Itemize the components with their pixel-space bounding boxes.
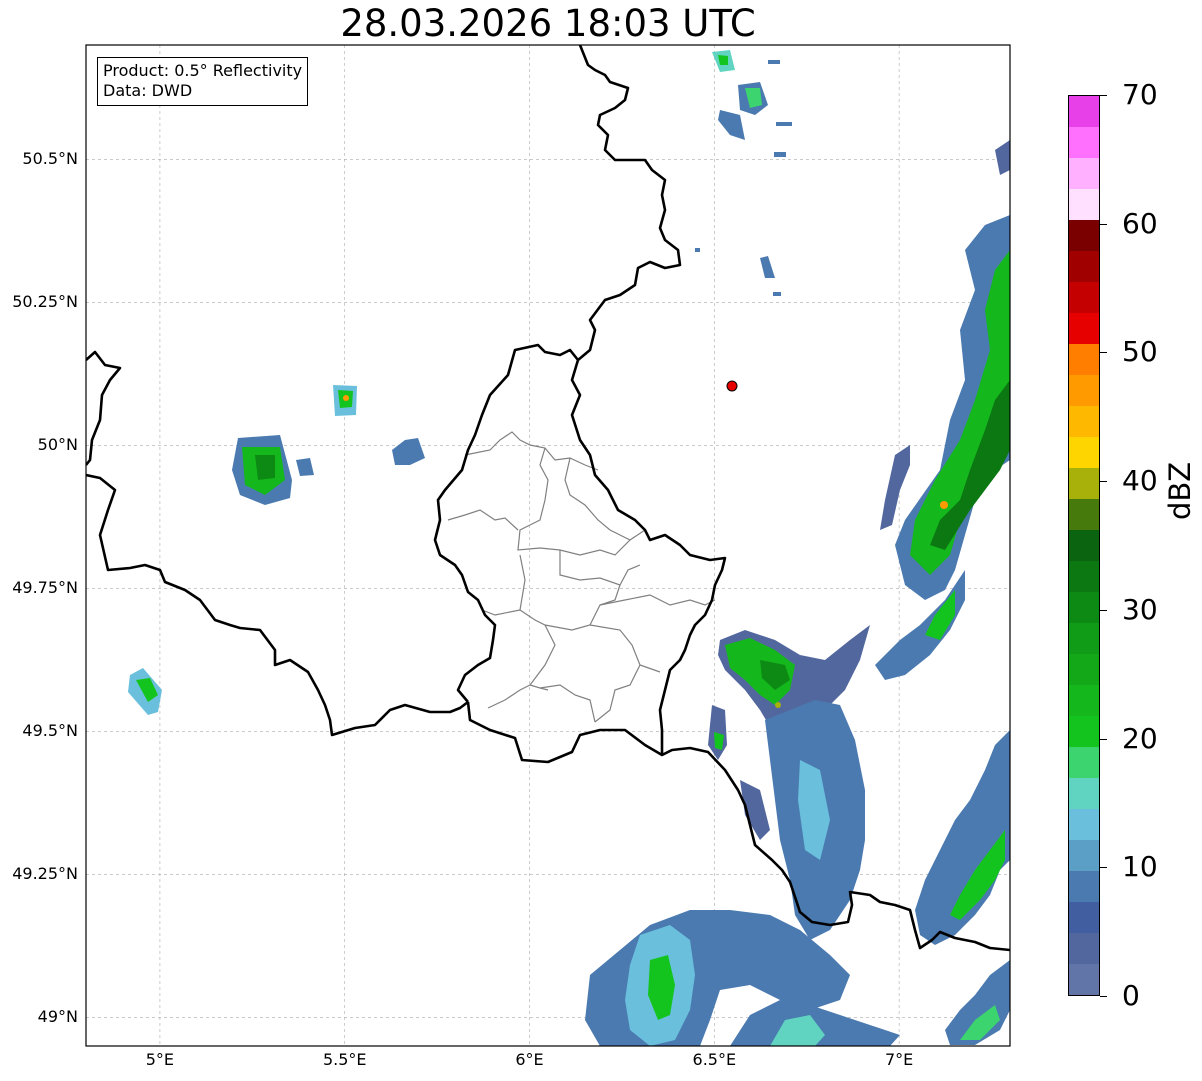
echo-cell-nw-3 xyxy=(392,438,425,465)
colorbar-tick-label: 10 xyxy=(1122,850,1158,884)
lon-tick-label: 5°E xyxy=(145,1050,175,1069)
colorbar-tick-label: 60 xyxy=(1122,206,1158,240)
colorbar-tick-mark xyxy=(1100,352,1107,354)
colorbar-swatch xyxy=(1069,251,1099,282)
borders xyxy=(86,45,1010,952)
echo-dot-2 xyxy=(776,122,792,126)
national-borders xyxy=(86,45,1010,952)
echo-cell-nw-4 xyxy=(296,458,314,476)
echo-streak-1 xyxy=(880,445,910,530)
echo-core-central-1 xyxy=(775,702,781,708)
colorbar-swatch xyxy=(1069,747,1099,778)
colorbar-tick-label: 40 xyxy=(1122,464,1158,498)
canton-borders xyxy=(447,431,716,723)
colorbar-swatch xyxy=(1069,871,1099,902)
lat-tick-label: 49.25°N xyxy=(12,864,78,884)
colorbar-swatch xyxy=(1069,840,1099,871)
echo-dot-3 xyxy=(768,60,780,64)
colorbar-tick-mark xyxy=(1100,867,1107,869)
echo-dot-5 xyxy=(773,292,781,296)
colorbar-swatch xyxy=(1069,561,1099,592)
colorbar-tick-label: 70 xyxy=(1122,78,1158,111)
colorbar-tick-label: 20 xyxy=(1122,721,1158,755)
lat-tick-label: 50°N xyxy=(37,435,78,455)
radar-map xyxy=(85,44,1011,1047)
lat-tick-label: 50.5°N xyxy=(22,149,78,169)
colorbar-swatch xyxy=(1069,623,1099,654)
colorbar-swatch xyxy=(1069,530,1099,561)
echo-band-central-c xyxy=(740,780,770,840)
lon-tick-label: 5.5°E xyxy=(322,1050,367,1069)
echo-cell-nw-1-inner xyxy=(255,455,275,480)
colorbar xyxy=(1068,95,1100,996)
colorbar-swatch xyxy=(1069,964,1099,995)
lat-tick-label: 49°N xyxy=(37,1007,78,1027)
colorbar-swatch xyxy=(1069,685,1099,716)
lat-tick-label: 49.5°N xyxy=(22,721,78,741)
echo-cell-nw-2-peak xyxy=(343,395,349,401)
colorbar-tick-mark xyxy=(1100,738,1107,740)
lon-tick-label: 6°E xyxy=(515,1050,544,1069)
echo-core-east-1 xyxy=(940,501,948,509)
colorbar-swatch xyxy=(1069,468,1099,499)
echo-cell-small xyxy=(708,705,727,760)
colorbar-swatch xyxy=(1069,313,1099,344)
colorbar-swatch xyxy=(1069,96,1099,127)
colorbar-swatch xyxy=(1069,902,1099,933)
colorbar-tick-mark xyxy=(1100,481,1107,483)
colorbar-label: dBZ xyxy=(1163,461,1197,520)
echo-dot-1 xyxy=(774,152,786,157)
echo-cell-north-4 xyxy=(760,256,775,278)
lon-tick-label: 6.5°E xyxy=(692,1050,737,1069)
colorbar-tick-label: 30 xyxy=(1122,592,1158,626)
colorbar-swatch xyxy=(1069,716,1099,747)
colorbar-swatch xyxy=(1069,158,1099,189)
info-box: Product: 0.5° Reflectivity Data: DWD xyxy=(97,57,309,106)
echo-cell-north-2 xyxy=(718,110,745,140)
echo-dot-4 xyxy=(695,248,700,252)
colorbar-tick-mark xyxy=(1100,223,1107,225)
colorbar-swatch xyxy=(1069,592,1099,623)
info-product: Product: 0.5° Reflectivity xyxy=(103,61,303,80)
colorbar-tick-mark xyxy=(1100,996,1107,997)
lon-tick-label: 7°E xyxy=(884,1050,914,1069)
colorbar-swatch xyxy=(1069,189,1099,220)
colorbar-swatch xyxy=(1069,406,1099,437)
colorbar-swatch xyxy=(1069,220,1099,251)
info-source: Data: DWD xyxy=(103,81,193,100)
colorbar-swatch xyxy=(1069,499,1099,530)
colorbar-swatch xyxy=(1069,375,1099,406)
colorbar-tick-label: 0 xyxy=(1122,979,1140,1012)
colorbar-swatch xyxy=(1069,778,1099,809)
lat-tick-label: 50.25°N xyxy=(12,292,78,312)
colorbar-swatch xyxy=(1069,344,1099,375)
echo-band-east xyxy=(995,140,1010,175)
colorbar-tick-mark xyxy=(1100,609,1107,611)
colorbar-swatch xyxy=(1069,437,1099,468)
colorbar-swatch xyxy=(1069,282,1099,313)
colorbar-tick-mark xyxy=(1100,95,1107,96)
radar-site-marker xyxy=(726,380,738,392)
colorbar-swatch xyxy=(1069,654,1099,685)
colorbar-tick-label: 50 xyxy=(1122,335,1158,369)
precipitation-echoes xyxy=(128,50,1010,1046)
lat-tick-label: 49.75°N xyxy=(12,578,78,598)
colorbar-swatch xyxy=(1069,127,1099,158)
colorbar-swatch xyxy=(1069,933,1099,964)
colorbar-swatch xyxy=(1069,809,1099,840)
